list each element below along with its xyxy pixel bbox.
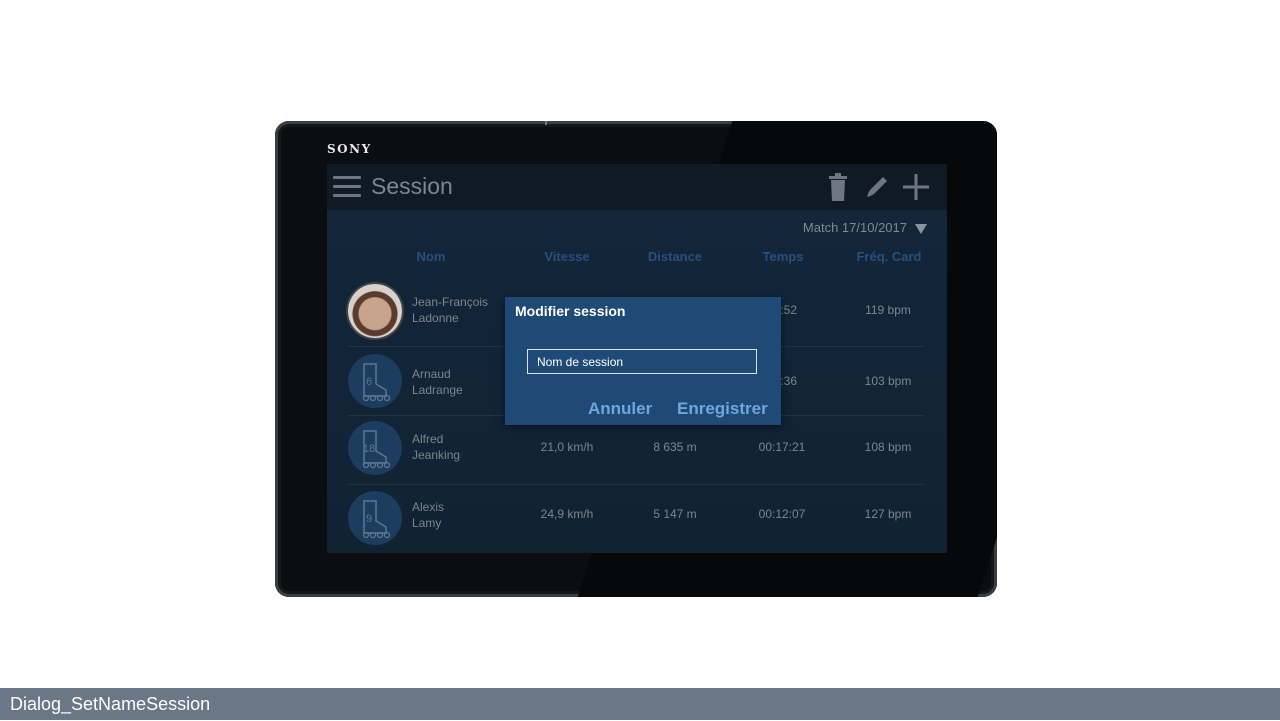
cell-temps: 00:12:07	[758, 507, 806, 521]
device-notch	[545, 121, 547, 125]
cell-vitesse: 24,9 km/h	[540, 507, 594, 521]
session-dropdown-value: Match 17/10/2017	[802, 220, 907, 235]
cell-distance: 8 635 m	[653, 440, 697, 454]
player-name: Jean-François Ladonne	[412, 295, 489, 325]
cell-freq: 103 bpm	[864, 374, 912, 388]
cell-freq: 108 bpm	[864, 440, 912, 454]
cell-distance: 5 147 m	[653, 507, 697, 521]
cell-freq: 127 bpm	[864, 507, 912, 521]
skate-icon: 18	[348, 421, 402, 475]
cell-freq: 119 bpm	[865, 303, 911, 317]
dropdown-caret-icon	[915, 223, 927, 234]
plus-icon[interactable]	[901, 172, 931, 202]
dialog-title: Modifier session	[515, 303, 626, 319]
pencil-icon[interactable]	[862, 172, 892, 202]
table-row[interactable]: 18 Alfred Jeanking 21,0 km/h 8 635 m 00:…	[348, 416, 924, 485]
column-header-nom: Nom	[416, 249, 446, 264]
column-header-vitesse: Vitesse	[544, 249, 590, 264]
skate-number: 18	[363, 443, 375, 455]
skate-icon: 6	[348, 354, 402, 408]
session-name-input[interactable]	[527, 349, 757, 374]
screen-caption: Dialog_SetNameSession	[0, 688, 1280, 720]
cell-vitesse: 21,0 km/h	[540, 440, 594, 454]
skate-number: 6	[366, 376, 372, 388]
skate-icon: 9	[348, 491, 402, 545]
session-dropdown[interactable]: Match 17/10/2017	[803, 220, 927, 235]
menu-icon[interactable]	[333, 176, 361, 198]
avatar	[348, 284, 402, 338]
save-button[interactable]: Enregistrer	[677, 399, 768, 419]
app-bar: Session	[327, 164, 947, 210]
cancel-button[interactable]: Annuler	[588, 399, 652, 419]
set-session-name-dialog: Modifier session Annuler Enregistrer	[505, 297, 781, 425]
skate-number: 9	[366, 513, 372, 525]
device-brand: SONY	[327, 142, 372, 156]
column-header-distance: Distance	[647, 249, 703, 264]
player-name: Arnaud Ladrange	[412, 367, 463, 397]
column-header-temps: Temps	[762, 249, 804, 264]
cell-temps: 00:17:21	[758, 440, 806, 454]
player-name: Alfred Jeanking	[412, 432, 461, 462]
page-title: Session	[371, 173, 453, 199]
trash-icon[interactable]	[823, 172, 853, 202]
table-row[interactable]: 9 Alexis Lamy 24,9 km/h 5 147 m 00:12:07…	[348, 485, 924, 551]
player-name: Alexis Lamy	[412, 500, 445, 530]
column-header-freq: Fréq. Card	[856, 249, 922, 264]
